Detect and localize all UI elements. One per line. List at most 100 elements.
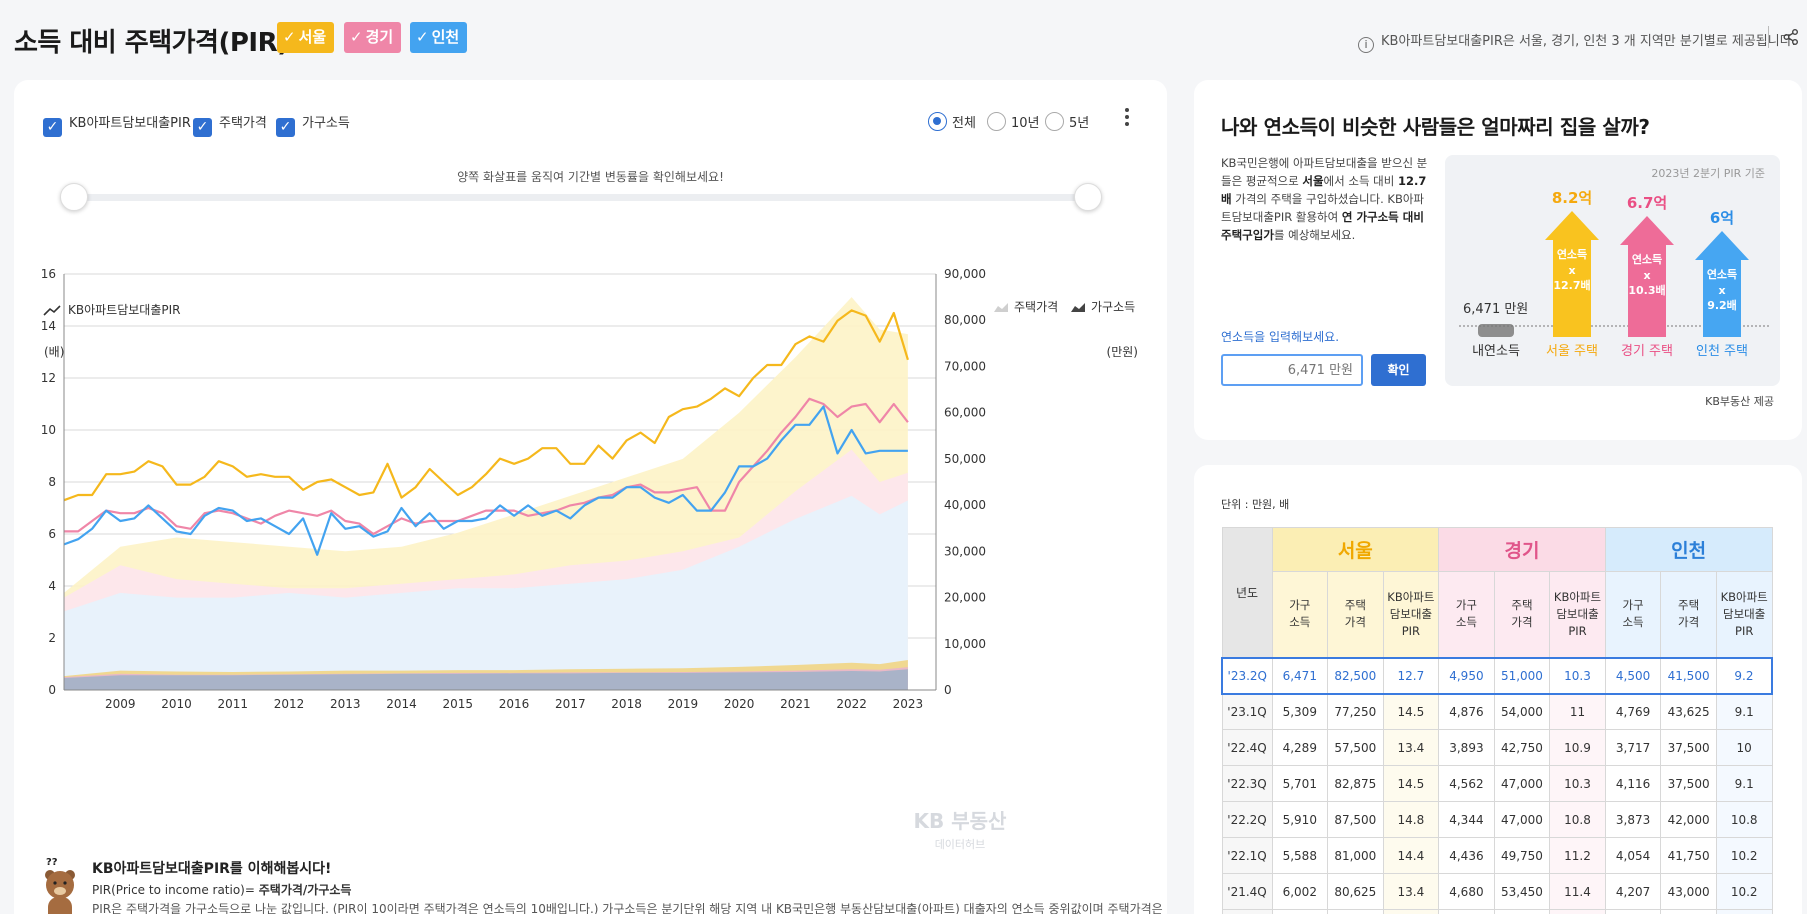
table-cell: 87,500 [1327,801,1384,838]
table-cell: 4,562 [1438,765,1495,802]
calculator-description: KB국민은행에 아파트담보대출을 받으신 분들은 평균적으로 서울에서 소득 대… [1221,154,1431,244]
table-row[interactable]: '22.2Q 5,910 87,500 14.8 4,344 47,000 10.8 3,87… [1221,801,1773,838]
formula-expression: 주택가격/가구소득 [258,883,352,897]
page-title: 소득 대비 주택가격(PIR) [14,28,289,58]
table-cell: 77,000 [1327,909,1384,914]
table-row[interactable]: '22.3Q 5,701 82,875 14.5 4,562 47,000 10.3 4,11… [1221,765,1773,802]
column-header: 주택 가격 [1660,571,1717,658]
checkbox-checked-icon: ✓ [43,118,62,137]
table-cell: 10.8 [1549,801,1606,838]
table-cell: 4,656 [1438,909,1495,914]
formula-prefix: PIR(Price to income ratio)= [92,883,259,897]
radio-10y[interactable]: 10년 [987,112,1040,131]
house-ratio: 10.3배 [1628,283,1665,297]
column-header-line: 담보대출 [1556,606,1599,621]
desc-region: 서울 [1302,174,1324,188]
house-ratio: 12.7배 [1553,278,1590,292]
income-input[interactable] [1221,354,1363,386]
x-axis-tick: 2023 [893,697,924,711]
table-cell: 4,500 [1604,656,1662,695]
column-header-line: 주택 [1511,598,1533,613]
column-header-line: 소득 [1622,615,1644,630]
table-cell: 4,289 [1271,729,1329,766]
table-cell: 4,680 [1438,873,1495,910]
confirm-button[interactable]: 확인 [1371,354,1426,386]
column-header: 가구 소득 [1604,571,1662,658]
column-header-line: 담보대출 [1389,606,1433,621]
table-row[interactable]: '23.2Q 6,471 82,500 12.7 4,950 51,000 10.3 4,50… [1221,656,1773,695]
house-text: 연소득 [1632,252,1662,266]
table-cell: 41,750 [1660,837,1717,874]
region-label: 인천 [431,28,460,46]
x-axis-tick: 2009 [105,697,136,711]
table-cell: 10 [1715,729,1773,766]
right-axis-tick: 70,000 [944,359,986,373]
region-button-gyeonggi[interactable]: ✓ 경기 [344,22,402,53]
desc-text: 를 예상해보세요. [1273,228,1356,242]
column-header-line: 소득 [1289,615,1311,630]
table-cell: 4,436 [1438,837,1495,874]
column-header-line: 주택 [1344,598,1366,613]
table-cell: 11.2 [1549,837,1606,874]
table-cell: 77,250 [1327,693,1384,730]
pir-table-card: 단위 : 만원, 배 년도 서울 경기 인천 가구 소득 주택 가격 KB아파트 담보대출… [1194,465,1802,914]
range-slider-start-handle[interactable] [60,183,88,211]
table-row[interactable]: '22.1Q 5,588 81,000 14.4 4,436 49,750 11.2 4,05… [1221,837,1773,874]
more-menu-icon[interactable] [1122,106,1132,130]
table-row[interactable]: '21.3Q5,65277,00013.64,65649,80010.63,97… [1221,909,1773,914]
column-header: 가구 소득 [1271,571,1329,658]
house-incheon: 6억 연소득 x 9.2배 인천 주택 [1695,209,1749,359]
right-axis-tick: 50,000 [944,452,986,466]
table-cell: 11.4 [1549,873,1606,910]
quarter-cell: '21.3Q [1221,909,1273,914]
left-axis-tick: 0 [48,683,56,697]
house-text: x [1568,264,1575,277]
checkbox-label: 주택가격 [219,116,267,131]
house-ratio: 9.2배 [1707,298,1737,312]
column-header: KB아파트 담보대출 PIR [1715,571,1773,658]
range-slider-end-handle[interactable] [1074,183,1102,211]
house-label: 경기 주택 [1621,344,1673,359]
table-row[interactable]: '21.4Q 6,002 80,625 13.4 4,680 53,450 11.4 4,20… [1221,873,1773,910]
legend-label: KB아파트담보대출PIR [68,303,181,317]
pir-chart: 0 2 4 6 8 10 12 14 16 0 10,000 20,000 30,000 40,000 50… [41,267,1138,851]
table-cell: 57,500 [1327,729,1384,766]
table-cell: 14.8 [1382,801,1440,838]
house-price: 8.2억 [1552,189,1592,207]
area-legend-icon [994,303,1008,312]
house-text: 연소득 [1557,247,1587,261]
x-axis-tick: 2016 [499,697,530,711]
column-header-line: PIR [1735,623,1754,638]
left-axis-tick: 8 [48,475,56,489]
checkbox-household-income[interactable]: ✓ 가구소득 [276,112,350,137]
region-button-seoul[interactable]: ✓ 서울 [277,22,335,53]
left-axis-tick: 6 [48,527,56,541]
table-cell: 49,750 [1493,837,1551,874]
table-row[interactable]: '23.1Q 5,309 77,250 14.5 4,876 54,000 11 4,769 4… [1221,693,1773,730]
svg-text:??: ?? [46,857,58,868]
table-row[interactable]: '22.4Q 4,289 57,500 13.4 3,893 42,750 10.9 3,71… [1221,729,1773,766]
range-slider-track[interactable] [72,194,1092,201]
radio-all[interactable]: 전체 [928,112,976,131]
house-text: x [1718,284,1725,297]
table-cell: 3,873 [1604,801,1662,838]
column-header-line: PIR [1568,623,1587,638]
x-axis-tick: 2018 [611,697,642,711]
checkbox-pir[interactable]: ✓ KB아파트담보대출PIR [43,112,191,137]
share-icon[interactable] [1782,28,1800,46]
table-cell: 5,652 [1271,909,1329,914]
checkbox-label: 가구소득 [302,116,350,131]
column-header-line: 가격 [1678,615,1700,630]
chart-card: ✓ KB아파트담보대출PIR ✓ 주택가격 ✓ 가구소득 전체 10년 5년 양쪽 화… [14,80,1167,914]
table-cell: 3,717 [1604,729,1662,766]
table-cell: 42,750 [1493,729,1551,766]
right-axis-tick: 30,000 [944,544,986,558]
region-button-incheon[interactable]: ✓ 인천 [410,22,468,53]
radio-5y[interactable]: 5년 [1045,112,1089,131]
checkbox-house-price[interactable]: ✓ 주택가격 [193,112,267,137]
table-cell: 14.4 [1382,837,1440,874]
watermark-logo: KB 부동산 [914,809,1008,833]
checkbox-checked-icon: ✓ [193,118,212,137]
table-cell: 10.2 [1715,837,1773,874]
column-header-line: KB아파트 [1387,589,1435,604]
